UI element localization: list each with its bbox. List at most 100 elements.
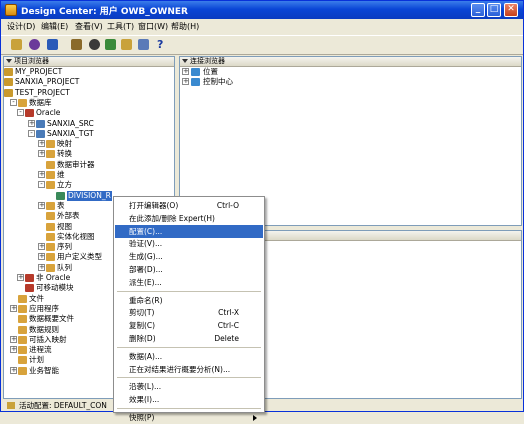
- expand-icon[interactable]: +: [38, 243, 45, 251]
- context-menu-item[interactable]: 部署(D)...: [115, 263, 263, 276]
- arrow-icon[interactable]: [138, 39, 149, 50]
- tree-node-label: 表: [57, 200, 65, 210]
- menu-view[interactable]: 查看(V): [75, 21, 103, 32]
- menu-window[interactable]: 窗口(W): [138, 21, 168, 32]
- context-menu-item[interactable]: 删除(D) Delete: [115, 332, 263, 345]
- project-explorer-header: 项目浏览器: [4, 57, 174, 67]
- expand-icon[interactable]: +: [38, 253, 45, 261]
- context-menu: 打开编辑器(O) Ctrl-O 在此添加/删除 Expert(H) 配置(C)... 验…: [113, 196, 265, 422]
- context-menu-item[interactable]: 复制(C) Ctrl-C: [115, 319, 263, 332]
- context-menu-item[interactable]: 重命名(R): [115, 294, 263, 307]
- menu-help[interactable]: 帮助(H): [171, 21, 199, 32]
- tree-node-label: 文件: [29, 293, 44, 303]
- collapse-arrow-icon[interactable]: [6, 59, 12, 63]
- menu-edit[interactable]: 编辑(E): [41, 21, 68, 32]
- menu-item-label: 在此添加/删除 Expert(H): [129, 213, 215, 223]
- folder-icon: [46, 201, 55, 210]
- expand-icon[interactable]: +: [28, 119, 35, 127]
- folder-icon: [18, 294, 27, 303]
- context-menu-item[interactable]: 沿袭(L)...: [115, 380, 263, 393]
- menu-item-shortcut: Ctrl-X: [218, 308, 239, 318]
- user-icon[interactable]: [89, 39, 100, 50]
- folder-icon: [46, 263, 55, 272]
- node-icon: [191, 68, 200, 76]
- menu-separator: [117, 346, 261, 348]
- tree-node-label: 可移动模块: [36, 283, 74, 293]
- folder-icon: [18, 366, 27, 375]
- open-icon[interactable]: [11, 39, 22, 50]
- folder-icon: [25, 274, 34, 282]
- expand-icon[interactable]: +: [182, 68, 189, 75]
- connection-explorer-title: 连接浏览器: [190, 57, 225, 65]
- app-icon: [5, 4, 17, 16]
- expand-icon[interactable]: +: [10, 335, 17, 343]
- deploy-icon[interactable]: [105, 39, 116, 50]
- menu-tools[interactable]: 工具(T): [107, 21, 134, 32]
- context-menu-item[interactable]: 验证(V)...: [115, 237, 263, 250]
- context-menu-item[interactable]: 配置(C)...: [115, 224, 263, 238]
- collapse-icon[interactable]: -: [17, 109, 24, 117]
- tree-node-label: DIVISION_R: [67, 190, 112, 201]
- tree-node-label: 外部表: [57, 211, 80, 221]
- menu-item-label: 删除(D): [129, 334, 156, 343]
- context-menu-item[interactable]: 派生(E)...: [115, 276, 263, 289]
- menu-item-label: 部署(D)...: [129, 265, 163, 274]
- expand-icon[interactable]: +: [10, 366, 17, 374]
- window-title: Design Center: 用户 OWB_OWNER: [21, 7, 188, 17]
- expand-icon[interactable]: +: [182, 78, 189, 85]
- context-menu-item[interactable]: 在此添加/删除 Expert(H): [115, 212, 263, 225]
- collapse-arrow-icon[interactable]: [182, 59, 188, 63]
- context-menu-item[interactable]: 快照(P): [115, 411, 263, 424]
- menu-item-label: 生成(G)...: [129, 252, 163, 262]
- expand-icon[interactable]: +: [38, 201, 45, 209]
- tag-icon[interactable]: [71, 39, 82, 50]
- menu-item-label: 正在对结果进行概要分析(N)...: [129, 364, 231, 374]
- folder-icon: [36, 129, 45, 138]
- expand-icon[interactable]: +: [38, 263, 45, 271]
- folder-icon: [46, 243, 55, 252]
- expand-icon[interactable]: +: [38, 140, 45, 148]
- wizard-icon[interactable]: [29, 39, 40, 50]
- validate-icon[interactable]: [121, 39, 132, 50]
- collapse-icon[interactable]: -: [28, 129, 35, 137]
- expand-icon[interactable]: +: [38, 150, 45, 158]
- active-config-label: 活动配置: DEFAULT_CON: [19, 401, 107, 410]
- expand-icon[interactable]: +: [38, 171, 45, 178]
- title-bar[interactable]: Design Center: 用户 OWB_OWNER _ □ ✕: [1, 1, 523, 19]
- key-icon[interactable]: [47, 39, 58, 50]
- context-menu-item[interactable]: 剪切(T) Ctrl-X: [115, 306, 263, 319]
- menu-item-shortcut: Ctrl-C: [217, 321, 239, 331]
- maximize-button[interactable]: □: [487, 3, 501, 17]
- tree-node-label: 非 Oracle: [36, 273, 71, 282]
- folder-icon: [4, 88, 13, 97]
- tree-node-label: 位置: [203, 67, 218, 76]
- folder-icon: [46, 253, 55, 262]
- menu-item-label: 重命名(R): [129, 295, 163, 305]
- folder-icon: [46, 171, 55, 179]
- menu-item-label: 效果(I)...: [129, 395, 160, 405]
- context-menu-item[interactable]: 打开编辑器(O) Ctrl-O: [115, 199, 263, 212]
- close-button[interactable]: ✕: [504, 3, 518, 17]
- collapse-icon[interactable]: -: [10, 98, 17, 106]
- menu-bar: 设计(D) 编辑(E) 查看(V) 工具(T) 窗口(W) 帮助(H): [1, 19, 523, 34]
- expand-icon[interactable]: +: [10, 304, 17, 312]
- tree-node-label: 控制中心: [203, 77, 233, 86]
- expand-icon[interactable]: +: [10, 346, 17, 354]
- folder-icon: [18, 304, 27, 313]
- help-icon[interactable]: ?: [157, 39, 168, 50]
- context-menu-item[interactable]: 效果(I)...: [115, 393, 263, 406]
- folder-icon: [18, 356, 27, 365]
- status-icon: [7, 402, 15, 409]
- tree-node-label: 数据概要文件: [29, 314, 74, 324]
- folder-icon: [46, 222, 55, 231]
- collapse-icon[interactable]: -: [38, 181, 45, 189]
- context-menu-item[interactable]: 正在对结果进行概要分析(N)...: [115, 363, 263, 376]
- menu-separator: [117, 290, 261, 292]
- expand-icon[interactable]: +: [17, 274, 24, 281]
- minimize-button[interactable]: _: [471, 3, 485, 17]
- folder-icon: [18, 315, 27, 324]
- menu-design[interactable]: 设计(D): [7, 21, 35, 32]
- menu-item-label: 验证(V)...: [129, 239, 163, 249]
- context-menu-item[interactable]: 数据(A)...: [115, 350, 263, 363]
- context-menu-item[interactable]: 生成(G)...: [115, 250, 263, 263]
